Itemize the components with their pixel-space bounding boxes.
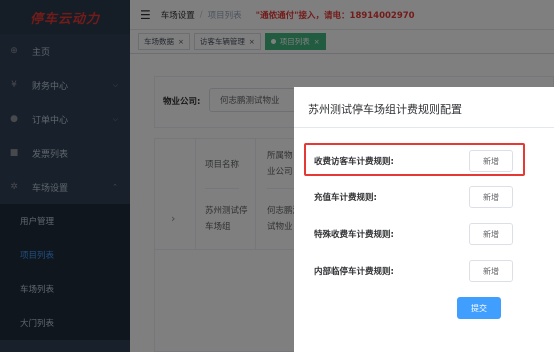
add-special-rule-button[interactable]: 新增 bbox=[469, 223, 513, 245]
rule-row-internal: 内部临停车计费规则: 新增 bbox=[306, 253, 546, 289]
rule-label-internal: 内部临停车计费规则: bbox=[314, 267, 394, 277]
drawer-title: 苏州测试停车场组计费规则配置 bbox=[308, 103, 462, 116]
add-recharge-rule-button[interactable]: 新增 bbox=[469, 186, 513, 208]
rule-label-special: 特殊收费车计费规则: bbox=[314, 230, 394, 240]
submit-button[interactable]: 提交 bbox=[457, 297, 501, 319]
rule-row-recharge: 充值车计费规则: 新增 bbox=[306, 179, 546, 215]
rule-row-special: 特殊收费车计费规则: 新增 bbox=[306, 216, 546, 252]
add-internal-rule-button[interactable]: 新增 bbox=[469, 260, 513, 282]
billing-rules-drawer: 苏州测试停车场组计费规则配置 收费访客车计费规则: 新增 充值车计费规则: 新增… bbox=[294, 87, 554, 352]
rule-label-recharge: 充值车计费规则: bbox=[314, 193, 377, 203]
drawer-divider bbox=[294, 127, 554, 128]
highlight-box bbox=[304, 143, 525, 176]
